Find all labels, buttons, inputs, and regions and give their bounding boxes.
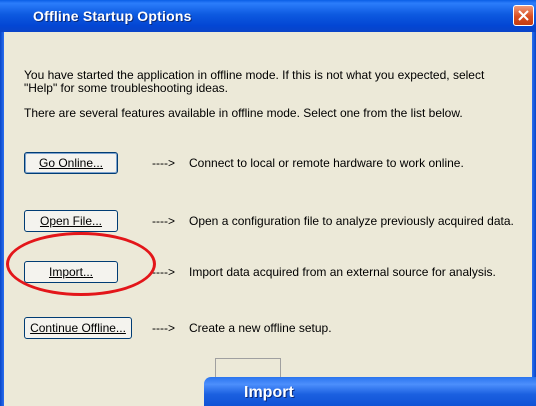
- import-window-titlebar[interactable]: Import: [204, 377, 536, 406]
- import-description: Import data acquired from an external so…: [189, 265, 496, 279]
- option-arrow: ---->: [152, 214, 175, 228]
- intro-text-line2: "Help" for some troubleshooting ideas.: [24, 81, 228, 95]
- option-arrow: ---->: [152, 321, 175, 335]
- continue-offline-description: Create a new offline setup.: [189, 321, 332, 335]
- go-online-description: Connect to local or remote hardware to w…: [189, 156, 464, 170]
- dialog-body: You have started the application in offl…: [4, 32, 532, 406]
- import-highlight-circle: [6, 232, 156, 296]
- intro-text-line3: There are several features available in …: [24, 106, 463, 120]
- offline-startup-dialog: Offline Startup Options You have started…: [0, 0, 536, 406]
- import-window-title: Import: [244, 384, 294, 401]
- close-button[interactable]: [513, 5, 534, 26]
- open-file-description: Open a configuration file to analyze pre…: [189, 214, 514, 228]
- open-file-button[interactable]: Open File...: [24, 210, 118, 232]
- title-bar[interactable]: Offline Startup Options: [0, 0, 536, 32]
- option-arrow: ---->: [152, 156, 175, 170]
- go-online-button[interactable]: Go Online...: [24, 152, 118, 174]
- window-frame-right: [532, 32, 536, 406]
- close-icon: [518, 10, 529, 21]
- continue-offline-button[interactable]: Continue Offline...: [24, 317, 132, 339]
- window-title: Offline Startup Options: [33, 8, 192, 24]
